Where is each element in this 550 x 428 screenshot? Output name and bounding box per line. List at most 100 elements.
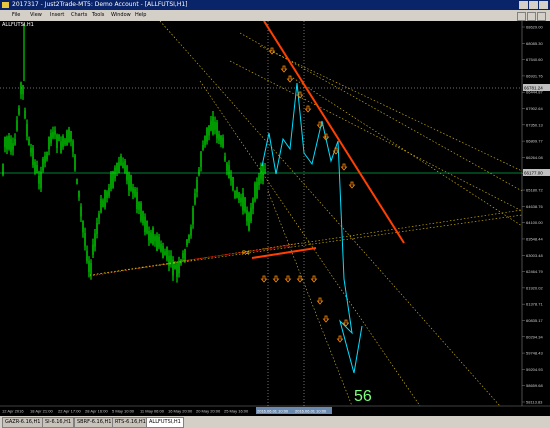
candle-body (240, 197, 242, 203)
candle-body (94, 233, 96, 247)
time-tick-label: 25 May 16:00 (224, 409, 249, 414)
candle-body (202, 144, 204, 151)
candle-body (126, 166, 128, 181)
price-axis: 68629.0068085.3067540.6066931.7666444.87… (522, 25, 543, 405)
candle-body (200, 152, 202, 168)
candle-body (136, 192, 138, 209)
candle-body (166, 246, 168, 260)
minimize-button[interactable] (519, 1, 528, 9)
candle-body (170, 255, 172, 262)
candle-body (238, 192, 240, 201)
tab-sbrf[interactable]: SBRF-6.16,H1 (74, 417, 115, 428)
tab-allfutsi[interactable]: ALLFUTSI,H1 (146, 417, 184, 428)
candle-body (116, 162, 118, 172)
time-tick-label: 11 May 06:00 (140, 409, 165, 414)
support-line (89, 242, 301, 277)
down-arrow-icon (348, 181, 356, 189)
candle-body (164, 251, 166, 256)
candle-body (254, 183, 256, 201)
menu-insert[interactable]: Insert (50, 10, 64, 21)
price-tick-label: 61920.02 (526, 285, 543, 290)
candle-body (50, 132, 52, 144)
price-tick-label: 65180.72 (526, 188, 543, 193)
candle-body (84, 233, 86, 247)
tab-gazr[interactable]: GAZR-6.16,H1 (2, 417, 44, 428)
chart-tabs: GAZR-6.16,H1 SI-6.16,H1 SBRF-6.16,H1 RTS… (0, 416, 550, 428)
menu-charts[interactable]: Charts (71, 10, 87, 21)
candle-body (150, 232, 152, 243)
candle-body (228, 165, 230, 179)
candle-body (92, 244, 94, 255)
candle-body (44, 155, 46, 163)
time-tick-label: 20 May 20:00 (196, 409, 221, 414)
candle-body (106, 191, 108, 199)
candle-body (90, 263, 92, 275)
candle-body (260, 167, 262, 180)
candle-body (2, 164, 4, 175)
time-tick-label: 5 May 10:00 (112, 409, 135, 414)
candle-body (214, 121, 216, 131)
candle-body (122, 162, 124, 169)
price-tick-label: 58113.83 (526, 400, 543, 405)
candle-body (96, 223, 98, 235)
candle-body (38, 175, 40, 184)
candle-body (8, 136, 10, 150)
candle-body (174, 264, 176, 270)
price-chart[interactable]: R4 56 68629.00 68085.30 67540.60 66931.76 66… (0, 21, 550, 416)
candle-body (14, 138, 16, 145)
maximize-button[interactable] (529, 1, 538, 9)
candle-body (180, 259, 182, 264)
price-tick-label: 66931.76 (526, 73, 543, 78)
down-arrow-icon (304, 105, 312, 113)
candle-body (80, 206, 82, 217)
candle-body (188, 234, 190, 241)
candle-body (88, 260, 90, 272)
menu-help[interactable]: Help (135, 10, 146, 21)
candle-body (120, 155, 122, 166)
candle-body (70, 130, 72, 142)
candle-body (186, 239, 188, 245)
mdi-close-button[interactable] (537, 12, 546, 21)
candle-body (76, 179, 78, 185)
candle-body (256, 182, 258, 198)
tab-rts[interactable]: RTS-6.16,H1 (112, 417, 149, 428)
down-arrow-icon (280, 65, 288, 73)
candle-body (52, 131, 54, 138)
time-badge-1: 2016.06.01 10:00 (257, 409, 289, 414)
candle-body (26, 123, 28, 137)
candle-body (42, 158, 44, 171)
close-button[interactable] (539, 1, 548, 9)
candle-body (18, 107, 20, 115)
candle-body (178, 260, 180, 274)
down-arrow-icon (340, 163, 348, 171)
chart-window[interactable]: R4 56 68629.00 68085.30 67540.60 66931.76 66… (0, 21, 550, 416)
candle-body (210, 120, 212, 131)
candle-body (146, 220, 148, 234)
candle-body (108, 187, 110, 196)
candle-body (168, 255, 170, 266)
price-tick-label: 68085.30 (526, 41, 543, 46)
candle-body (182, 253, 184, 259)
menu-view[interactable]: View (30, 10, 42, 21)
mdi-minimize-button[interactable] (517, 12, 526, 21)
candle-body (176, 264, 178, 277)
down-arrow-icon (272, 275, 280, 283)
candle-body (138, 202, 140, 210)
time-badge-2: 2016.06.01 10:00 (295, 409, 327, 414)
time-tick-label: 22 Apr 17:00 (58, 409, 81, 414)
down-arrow-icon (260, 275, 268, 283)
candle-body (140, 203, 142, 221)
candle-body (28, 139, 30, 146)
price-tick-label: 64100.00 (526, 220, 543, 225)
candle-body (242, 193, 244, 211)
price-tick-label: 58659.68 (526, 383, 543, 388)
time-tick-label: 28 Apr 16:00 (85, 409, 108, 414)
tab-si[interactable]: SI-6.16,H1 (42, 417, 75, 428)
candle-body (172, 259, 174, 276)
menu-window[interactable]: Window (111, 10, 131, 21)
candle-body (244, 197, 246, 212)
mdi-restore-button[interactable] (527, 12, 536, 21)
candle-body (56, 134, 58, 149)
menu-file[interactable]: File (12, 10, 20, 21)
menu-tools[interactable]: Tools (92, 10, 104, 21)
